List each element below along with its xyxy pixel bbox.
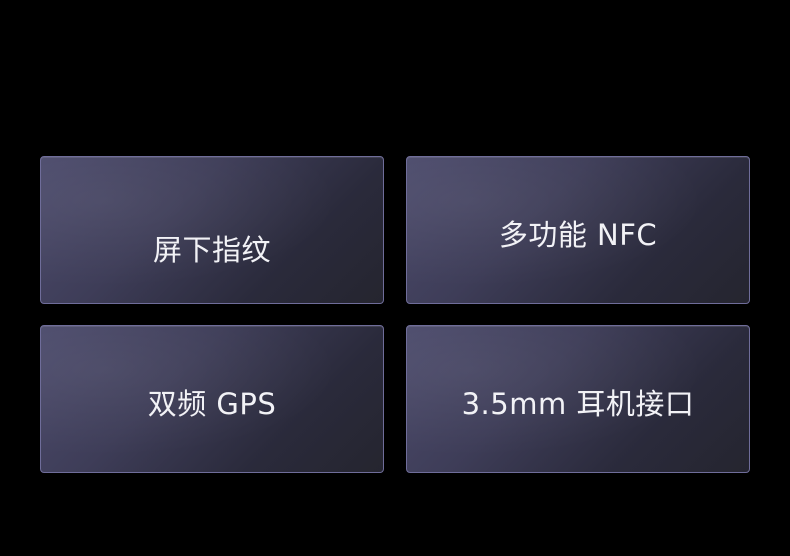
feature-card-gps: 双频 GPS: [40, 325, 384, 473]
feature-card-headphone-jack: 3.5mm 耳机接口: [406, 325, 750, 473]
feature-label: 屏下指纹: [152, 233, 271, 267]
feature-label: 双频 GPS: [147, 387, 277, 421]
feature-card-nfc: 多功能 NFC: [406, 156, 750, 304]
feature-card-fingerprint: 屏下指纹: [40, 156, 384, 304]
feature-label: 3.5mm 耳机接口: [461, 387, 695, 421]
feature-label: 多功能 NFC: [498, 218, 658, 252]
feature-grid: 屏下指纹 多功能 NFC 双频 GPS 3.5mm 耳机接口: [40, 156, 750, 474]
